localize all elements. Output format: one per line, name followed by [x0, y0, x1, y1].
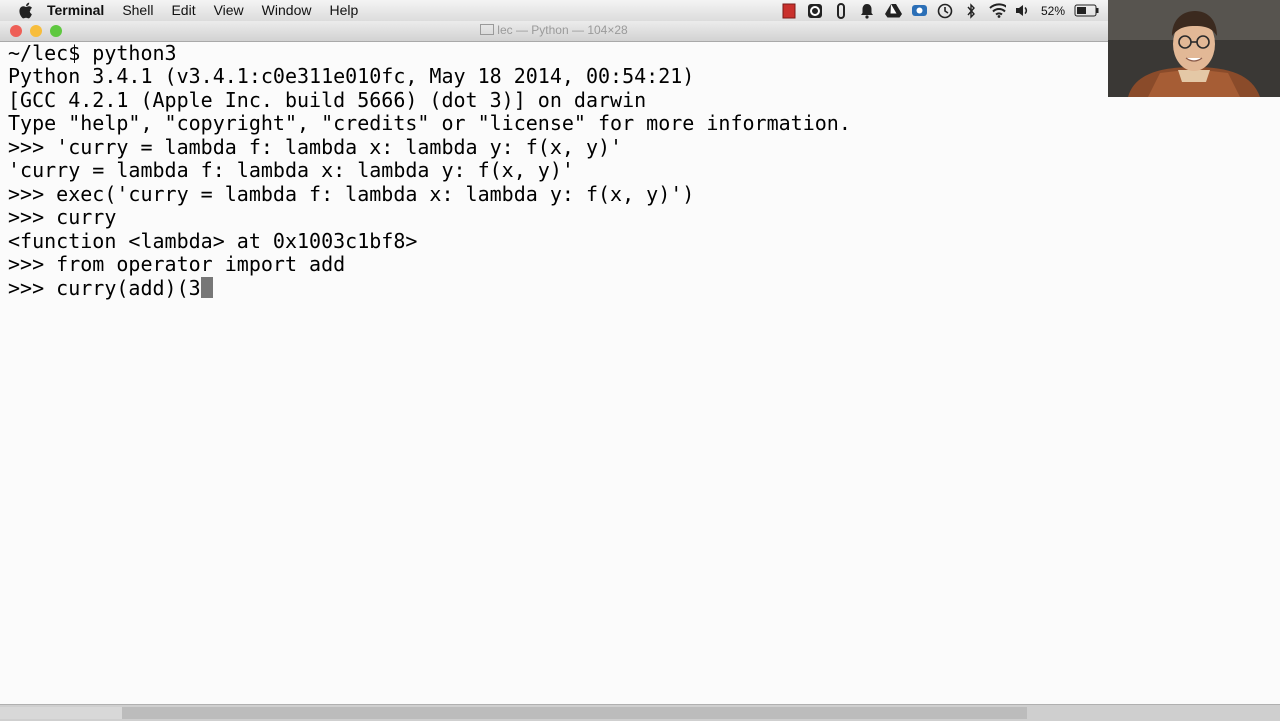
- terminal-line: >>> exec('curry = lambda f: lambda x: la…: [8, 182, 695, 206]
- terminal-line: [GCC 4.2.1 (Apple Inc. build 5666) (dot …: [8, 88, 647, 112]
- apple-menu-icon[interactable]: [12, 2, 38, 19]
- terminal-title-bar[interactable]: lec — Python — 104×28: [0, 21, 1108, 42]
- terminal-line: Python 3.4.1 (v3.4.1:c0e311e010fc, May 1…: [8, 64, 695, 88]
- app-icon[interactable]: [807, 2, 824, 19]
- menu-bar: Terminal Shell Edit View Window Help 52%: [0, 0, 1108, 22]
- battery-icon[interactable]: [1074, 2, 1100, 19]
- menu-edit[interactable]: Edit: [162, 0, 204, 21]
- terminal-line: >>> curry: [8, 205, 117, 229]
- google-drive-icon[interactable]: [884, 2, 902, 19]
- status-area: 52%: [781, 0, 1108, 21]
- presenter-video: [1108, 0, 1280, 97]
- wifi-icon[interactable]: [989, 2, 1006, 19]
- menu-terminal[interactable]: Terminal: [38, 0, 113, 21]
- battery-percent[interactable]: 52%: [1041, 4, 1065, 18]
- folder-icon: [480, 24, 495, 35]
- terminal-input-text: >>> curry(add)(3: [8, 276, 201, 300]
- menu-help[interactable]: Help: [320, 0, 367, 21]
- time-machine-icon[interactable]: [937, 2, 954, 19]
- bottom-bar: [0, 704, 1280, 721]
- webcam-overlay: [1108, 0, 1280, 97]
- bottom-bar-segment: [0, 707, 122, 719]
- terminal-line: <function <lambda> at 0x1003c1bf8>: [8, 229, 418, 253]
- window-title-text: lec — Python — 104×28: [497, 23, 628, 37]
- text-cursor: [200, 277, 213, 298]
- terminal-line: ~/lec$ python3: [8, 41, 177, 65]
- sync-icon[interactable]: [911, 2, 928, 19]
- terminal-output[interactable]: ~/lec$ python3 Python 3.4.1 (v3.4.1:c0e3…: [0, 42, 1280, 704]
- menu-window[interactable]: Window: [253, 0, 321, 21]
- terminal-line: Type "help", "copyright", "credits" or "…: [8, 111, 851, 135]
- menu-view[interactable]: View: [205, 0, 253, 21]
- bottom-bar-segment: [122, 707, 1027, 719]
- volume-icon[interactable]: [1015, 2, 1032, 19]
- window-title: lec — Python — 104×28: [0, 23, 1108, 37]
- record-icon[interactable]: [781, 2, 798, 19]
- paperclip-icon[interactable]: [833, 2, 850, 19]
- notification-bell-icon[interactable]: [859, 2, 876, 19]
- terminal-input-line[interactable]: >>> curry(add)(3: [8, 277, 213, 300]
- menu-shell[interactable]: Shell: [113, 0, 162, 21]
- terminal-line: >>> from operator import add: [8, 252, 346, 276]
- terminal-line: >>> 'curry = lambda f: lambda x: lambda …: [8, 135, 623, 159]
- terminal-line: 'curry = lambda f: lambda x: lambda y: f…: [8, 158, 574, 182]
- bluetooth-icon[interactable]: [963, 2, 980, 19]
